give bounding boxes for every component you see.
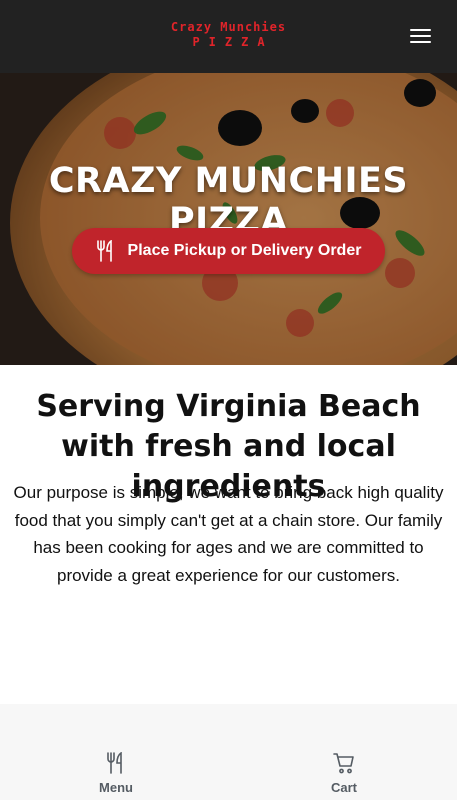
place-order-button[interactable]: Place Pickup or Delivery Order: [72, 228, 385, 274]
nav-cart[interactable]: Cart: [294, 752, 394, 795]
bottom-nav: Menu Cart: [0, 746, 457, 800]
logo-line1: Crazy Munchies: [170, 20, 287, 34]
nav-menu[interactable]: Menu: [66, 751, 166, 795]
fork-knife-icon: [96, 239, 116, 262]
cart-icon: [333, 752, 355, 774]
hero-banner: CRAZY MUNCHIES PIZZA Place Pickup or Del…: [0, 73, 457, 365]
about-body: Our purpose is simple, we want to bring …: [13, 483, 444, 585]
place-order-label: Place Pickup or Delivery Order: [127, 242, 362, 259]
logo-line2: PIZZA: [192, 35, 274, 49]
nav-menu-label: Menu: [99, 780, 133, 795]
brand-logo[interactable]: Crazy Munchies PIZZA: [0, 20, 457, 50]
hamburger-icon[interactable]: [410, 27, 431, 45]
fork-knife-icon: [105, 751, 127, 774]
nav-cart-label: Cart: [330, 780, 357, 795]
top-header: Crazy Munchies PIZZA: [0, 0, 457, 73]
about-section: Serving Virginia Beach with fresh and lo…: [0, 365, 457, 704]
